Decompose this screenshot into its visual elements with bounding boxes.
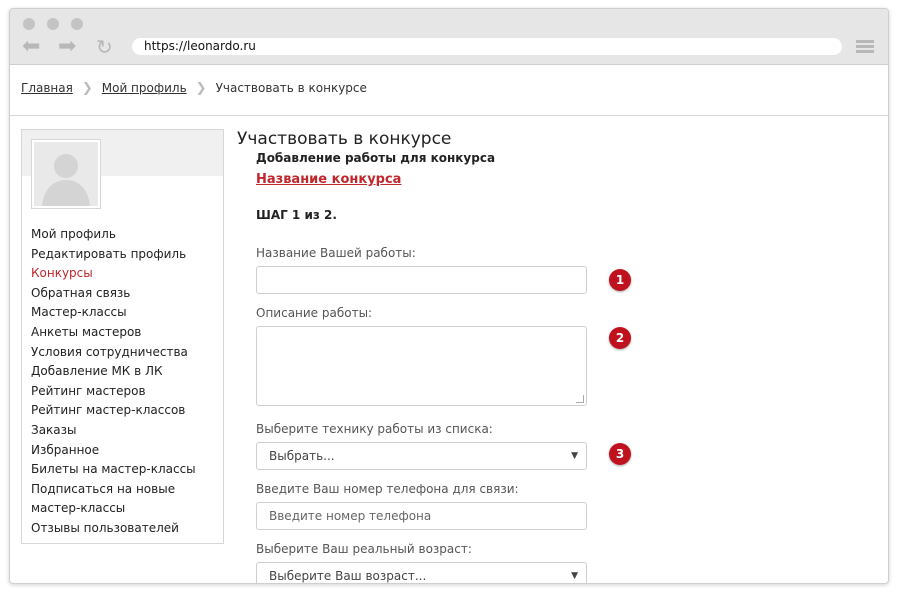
breadcrumb-current: Участвовать в конкурсе [215,81,367,95]
description-label: Описание работы: [256,306,373,320]
breadcrumb-profile-link[interactable]: Мой профиль [102,81,187,95]
sidebar-item[interactable]: Обратная связь [31,284,221,304]
sidebar-item[interactable]: Конкурсы [31,264,221,284]
forward-arrow-icon[interactable]: ➡ [58,36,76,58]
description-textarea[interactable] [256,326,587,406]
dropdown-caret-icon: ▼ [571,571,578,581]
sidebar-menu: Мой профиль Редактировать профиль Конкурсы… [31,225,221,539]
sidebar-item[interactable]: Заказы [31,421,221,441]
work-name-label: Название Вашей работы: [256,246,416,260]
sidebar-item[interactable]: Мой профиль [31,225,221,245]
technique-select[interactable]: Выбрать... ▼ [256,442,587,470]
resize-handle-icon[interactable] [576,395,584,403]
age-select[interactable]: Выберите Ваш возраст... ▼ [256,562,587,583]
sidebar-item[interactable]: Избранное [31,441,221,461]
sidebar-item[interactable]: Анкеты мастеров [31,323,221,343]
reload-icon[interactable]: ↻ [96,36,113,58]
sidebar-item[interactable]: Рейтинг мастеров [31,382,221,402]
sidebar-item[interactable]: Условия сотрудничества [31,343,221,363]
breadcrumb: Главная ❯ Мой профиль ❯ Участвовать в конкур… [21,81,367,96]
technique-label: Выберите технику работы из списка: [256,422,493,436]
sidebar: Мой профиль Редактировать профиль Конкурсы… [21,129,224,544]
sidebar-item[interactable]: Редактировать профиль [31,245,221,265]
step-badge-3: 3 [609,443,631,465]
phone-input[interactable]: Введите номер телефона [256,502,587,530]
window-close-dot[interactable] [23,18,35,30]
phone-label: Введите Ваш номер телефона для связи: [256,482,519,496]
technique-selected-value: Выбрать... [269,449,335,463]
sidebar-item[interactable]: Билеты на мастер-классы [31,460,221,480]
sidebar-item[interactable]: Отзывы пользователей [31,519,221,539]
step-badge-2: 2 [609,327,631,349]
browser-window: ⬅ ➡ ↻ https://leonardo.ru Главная ❯ Мой пр… [9,8,889,584]
browser-toolbar: ⬅ ➡ ↻ https://leonardo.ru [10,9,888,65]
hamburger-menu-icon[interactable] [856,40,874,54]
dropdown-caret-icon: ▼ [571,451,578,461]
sidebar-item[interactable]: Мастер-классы [31,303,221,323]
address-bar[interactable]: https://leonardo.ru [132,38,842,55]
sidebar-item[interactable]: Добавление МК в ЛК [31,362,221,382]
window-minimize-dot[interactable] [47,18,59,30]
sidebar-item[interactable]: Подписаться на новые мастер-классы [31,480,221,519]
window-maximize-dot[interactable] [71,18,83,30]
header-divider [10,115,888,116]
age-label: Выберите Ваш реальный возраст: [256,542,472,556]
user-silhouette-icon [42,154,90,206]
back-arrow-icon[interactable]: ⬅ [22,36,40,58]
form-subtitle: Добавление работы для конкурса [256,151,496,165]
sidebar-item[interactable]: Рейтинг мастер-классов [31,401,221,421]
phone-placeholder: Введите номер телефона [269,509,432,523]
step-badge-1: 1 [609,269,631,291]
breadcrumb-chevron-icon: ❯ [195,81,207,96]
step-indicator: ШАГ 1 из 2. [256,208,337,222]
contest-name-link[interactable]: Название конкурса [256,172,401,188]
breadcrumb-chevron-icon: ❯ [81,81,93,96]
page-title: Участвовать в конкурсе [237,129,452,149]
age-selected-value: Выберите Ваш возраст... [269,569,427,583]
main-content: Участвовать в конкурсе Добавление работы… [237,129,877,583]
avatar[interactable] [32,140,100,208]
work-name-input[interactable] [256,266,587,294]
breadcrumb-home-link[interactable]: Главная [21,81,73,95]
